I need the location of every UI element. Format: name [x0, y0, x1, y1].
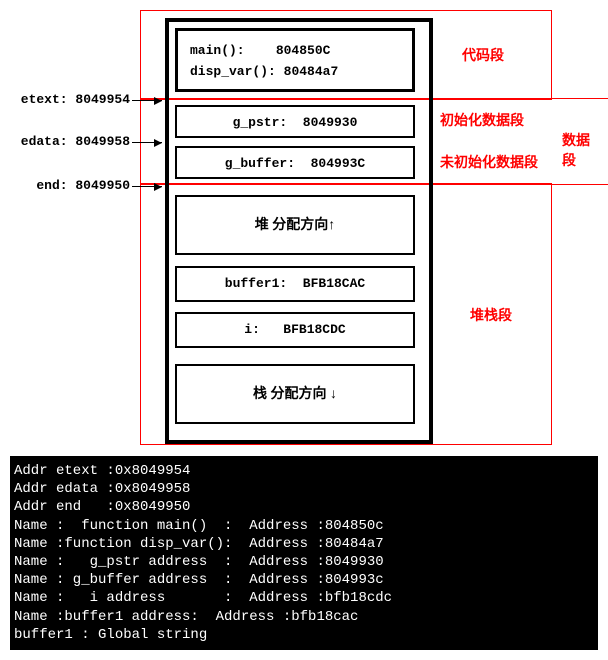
term-line-6: Name : g_pstr address : Address :8049930: [14, 554, 384, 570]
buffer1-value: BFB18CAC: [303, 276, 365, 291]
term-line-10: buffer1 : Global string: [14, 627, 207, 643]
gpstr-label: g_pstr:: [233, 115, 288, 130]
buffer1-section: buffer1: BFB18CAC: [175, 266, 415, 302]
memory-layout-diagram: main(): 804850C disp_var(): 80484a7 g_ps…: [10, 10, 598, 450]
code-seg-label: 代码段: [462, 45, 504, 65]
dispvar-label: disp_var():: [190, 64, 276, 79]
gbuffer-value: 804993C: [311, 156, 366, 171]
main-label: main():: [190, 43, 245, 58]
uninit-seg-label: 未初始化数据段: [440, 152, 538, 172]
code-section: main(): 804850C disp_var(): 80484a7: [175, 28, 415, 92]
main-addr: 804850C: [276, 43, 331, 58]
term-line-9: Name :buffer1 address: Address :bfb18cac: [14, 609, 358, 625]
buffer1-label: buffer1:: [225, 276, 287, 291]
ivar-section: i: BFB18CDC: [175, 312, 415, 348]
stack-section: 栈 分配方向 ↓: [175, 364, 415, 424]
gbuffer-label: g_buffer:: [225, 156, 295, 171]
term-line-2: Addr edata :0x8049958: [14, 481, 190, 497]
init-seg-label: 初始化数据段: [440, 110, 524, 130]
ivar-value: BFB18CDC: [283, 322, 345, 337]
stack-group-label: 堆栈段: [470, 305, 512, 325]
data-group-label: 数据段: [562, 130, 598, 170]
ivar-label: i:: [244, 322, 260, 337]
term-line-8: Name : i address : Address :bfb18cdc: [14, 590, 392, 606]
term-line-1: Addr etext :0x8049954: [14, 463, 190, 479]
etext-arrow-label: etext: 8049954: [10, 92, 130, 107]
gpstr-value: 8049930: [303, 115, 358, 130]
term-line-5: Name :function disp_var(): Address :8048…: [14, 536, 384, 552]
stack-label: 栈 分配方向 ↓: [253, 387, 337, 402]
gbuffer-section: g_buffer: 804993C: [175, 146, 415, 179]
gpstr-section: g_pstr: 8049930: [175, 105, 415, 138]
term-line-3: Addr end :0x8049950: [14, 499, 190, 515]
heap-section: 堆 分配方向↑: [175, 195, 415, 255]
dispvar-addr: 80484a7: [284, 64, 339, 79]
end-arrow-label: end: 8049950: [10, 178, 130, 193]
edata-arrow-label: edata: 8049958: [10, 134, 130, 149]
term-line-4: Name : function main() : Address :804850…: [14, 518, 384, 534]
term-line-7: Name : g_buffer address : Address :80499…: [14, 572, 384, 588]
terminal-output: Addr etext :0x8049954 Addr edata :0x8049…: [10, 456, 598, 650]
heap-label: 堆 分配方向↑: [255, 218, 336, 233]
